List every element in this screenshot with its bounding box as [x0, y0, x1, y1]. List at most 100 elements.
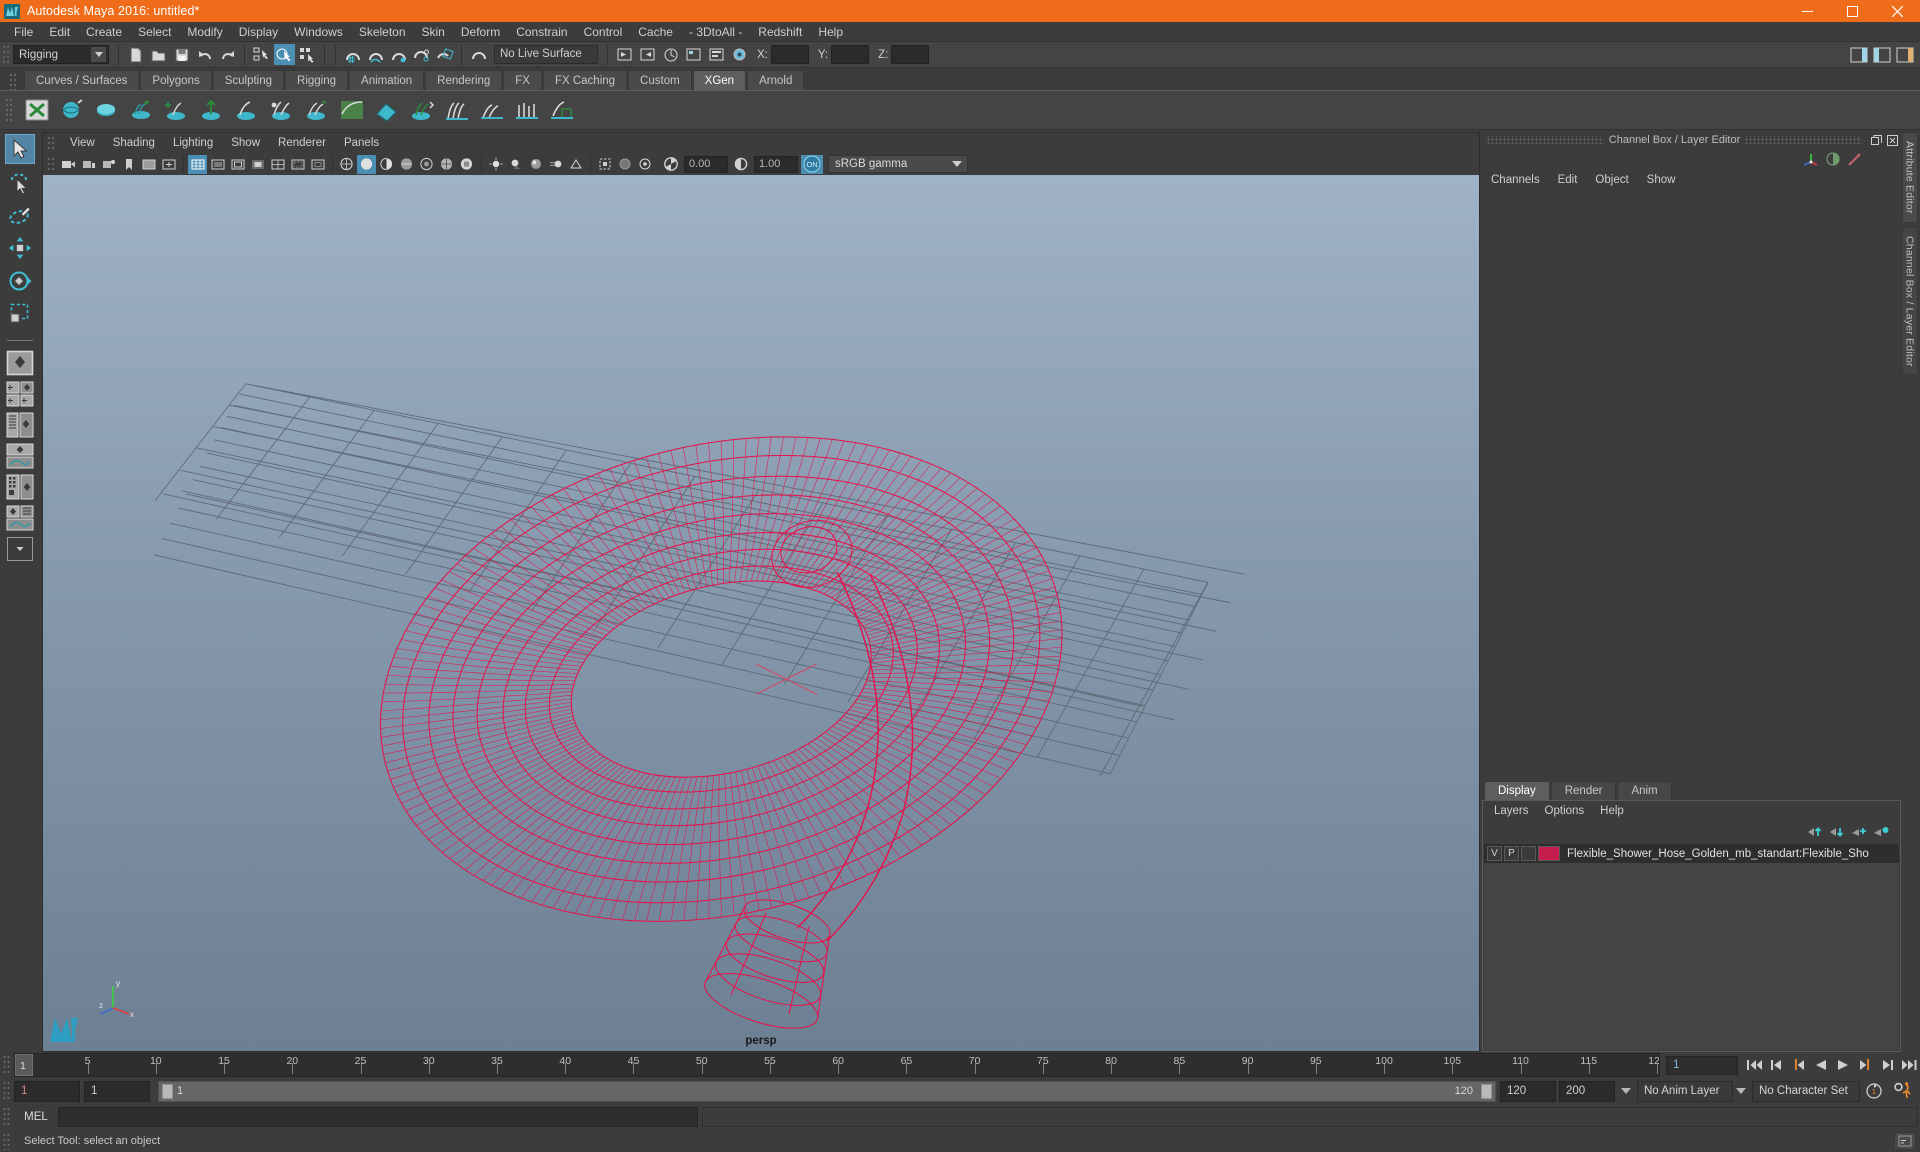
shelf-tab-polygons[interactable]: Polygons	[140, 70, 212, 90]
xray-joints-icon[interactable]	[635, 155, 654, 174]
layer-tab-anim[interactable]: Anim	[1617, 781, 1672, 800]
shelf-grip[interactable]	[8, 72, 18, 90]
channel-box-menu-show[interactable]: Show	[1638, 171, 1685, 189]
time-slider-cursor[interactable]: 1	[15, 1054, 33, 1076]
select-by-component-icon[interactable]	[297, 44, 318, 65]
scale-tool[interactable]	[5, 299, 35, 329]
xgen-convert-icon[interactable]	[405, 93, 439, 127]
anim-end-field[interactable]: 200	[1559, 1080, 1615, 1102]
field-chart-icon[interactable]	[268, 155, 287, 174]
gamma-field[interactable]: 1.00	[754, 155, 798, 173]
layer-visibility-toggle[interactable]: V	[1487, 846, 1502, 861]
layer-name[interactable]: Flexible_Shower_Hose_Golden_mb_standart:…	[1567, 848, 1869, 860]
shaded-wireframe-icon[interactable]	[437, 155, 456, 174]
image-plane-icon[interactable]	[139, 155, 158, 174]
ipr-render-icon[interactable]	[683, 44, 704, 65]
multisample-aa-icon[interactable]	[566, 155, 585, 174]
exposure-icon[interactable]	[661, 155, 680, 174]
anim-layer-select[interactable]: No Anim Layer	[1637, 1080, 1733, 1102]
more-layouts[interactable]	[5, 535, 35, 563]
animation-preferences-icon[interactable]	[1890, 1080, 1916, 1102]
range-end-handle[interactable]	[1481, 1083, 1492, 1099]
menu-3dtoall[interactable]: - 3DtoAll -	[681, 22, 750, 42]
y-coord-field[interactable]	[831, 45, 870, 64]
time-slider-track[interactable]: 1 5 10 15 20 25 30 35 40 45 50 55 60 65 70 75 80 85 90 95 1…	[14, 1053, 1660, 1077]
xgen-curve-icon[interactable]	[230, 93, 264, 127]
step-forward-key-icon[interactable]	[1854, 1054, 1876, 1076]
sidebar-tool-settings-icon[interactable]	[1871, 44, 1892, 65]
viewport-toolbar-grip[interactable]	[47, 156, 55, 172]
flat-shade-icon[interactable]	[397, 155, 416, 174]
step-forward-frame-icon[interactable]	[1876, 1054, 1898, 1076]
menu-display[interactable]: Display	[231, 22, 286, 42]
open-outliner-icon[interactable]	[614, 44, 635, 65]
four-view-layout[interactable]	[5, 380, 35, 408]
layer-playback-toggle[interactable]: P	[1504, 846, 1519, 861]
persp-graph-outliner-layout[interactable]	[5, 504, 35, 532]
shelf-tab-rigging[interactable]: Rigging	[285, 70, 349, 90]
color-management-toggle[interactable]: ON	[801, 154, 823, 174]
xgen-disk-icon[interactable]	[90, 93, 124, 127]
time-slider-grip[interactable]	[2, 1054, 11, 1076]
menu-skeleton[interactable]: Skeleton	[351, 22, 414, 42]
menu-windows[interactable]: Windows	[286, 22, 351, 42]
live-surface-field[interactable]: No Live Surface	[494, 45, 598, 64]
play-forwards-icon[interactable]	[1832, 1054, 1854, 1076]
render-globals-icon[interactable]	[729, 44, 750, 65]
character-set-dropdown-icon[interactable]	[1733, 1081, 1749, 1101]
viewport-menu-renderer[interactable]: Renderer	[269, 134, 335, 152]
layer-color-swatch[interactable]	[1538, 846, 1560, 861]
command-line-grip[interactable]	[2, 1106, 11, 1128]
hypershade-persp-layout[interactable]	[5, 473, 35, 501]
undo-icon[interactable]	[194, 44, 215, 65]
current-frame-field[interactable]: 1	[1666, 1055, 1738, 1075]
shadows-icon[interactable]	[506, 155, 525, 174]
new-layer-icon[interactable]	[1848, 823, 1870, 841]
menu-cache[interactable]: Cache	[630, 22, 681, 42]
open-graph-editor-icon[interactable]	[637, 44, 658, 65]
save-scene-icon[interactable]	[171, 44, 192, 65]
shelf-tab-arnold[interactable]: Arnold	[747, 70, 805, 90]
step-back-key-icon[interactable]	[1788, 1054, 1810, 1076]
snap-to-grid-icon[interactable]	[342, 44, 363, 65]
command-input[interactable]	[58, 1107, 698, 1127]
layer-menu-options[interactable]: Options	[1537, 802, 1593, 820]
view-transform-select[interactable]: sRGB gamma	[828, 155, 968, 173]
maximize-panel-icon[interactable]	[1869, 133, 1883, 147]
viewport-menu-show[interactable]: Show	[222, 134, 269, 152]
channel-box-anim-icon[interactable]	[1845, 150, 1865, 168]
smooth-shade-selected-icon[interactable]	[377, 155, 396, 174]
character-set-select[interactable]: No Character Set	[1752, 1080, 1860, 1102]
smooth-shade-all-icon[interactable]	[357, 154, 376, 174]
isolate-select-icon[interactable]	[595, 155, 614, 174]
move-layer-up-icon[interactable]	[1804, 823, 1826, 841]
safe-title-icon[interactable]	[308, 155, 327, 174]
anim-start-field[interactable]: 1	[14, 1080, 80, 1102]
anim-layer-dropdown-icon[interactable]	[1618, 1081, 1634, 1101]
minimize-icon[interactable]	[1785, 0, 1830, 22]
snap-to-point-icon[interactable]	[388, 44, 409, 65]
screen-space-ao-icon[interactable]	[526, 155, 545, 174]
shelf-tab-sculpting[interactable]: Sculpting	[212, 70, 285, 90]
shelf-tab-animation[interactable]: Animation	[349, 70, 425, 90]
layer-list-item[interactable]: V P Flexible_Shower_Hose_Golden_mb_stand…	[1484, 844, 1899, 863]
viewport-menu-panels[interactable]: Panels	[335, 134, 388, 152]
rotate-tool[interactable]	[5, 266, 35, 296]
channel-box-menu-channels[interactable]: Channels	[1482, 171, 1549, 189]
layer-menu-layers[interactable]: Layers	[1486, 802, 1537, 820]
menu-redshift[interactable]: Redshift	[750, 22, 810, 42]
layer-tab-render[interactable]: Render	[1550, 781, 1617, 800]
lock-camera-icon[interactable]	[79, 155, 98, 174]
menu-file[interactable]: File	[6, 22, 41, 42]
exposure-field[interactable]: 0.00	[684, 155, 728, 173]
vertical-tab-attribute-editor[interactable]: Attribute Editor	[1901, 132, 1918, 223]
gamma-icon[interactable]	[731, 155, 750, 174]
menu-skin[interactable]: Skin	[414, 22, 453, 42]
xgen-sphere-icon[interactable]	[55, 93, 89, 127]
channel-box-menu-object[interactable]: Object	[1586, 171, 1637, 189]
vertical-tab-channel-box[interactable]: Channel Box / Layer Editor	[1901, 226, 1918, 376]
resolution-gate-icon[interactable]	[228, 155, 247, 174]
close-panel-icon[interactable]	[1885, 133, 1899, 147]
xgen-move-guide-icon[interactable]	[195, 93, 229, 127]
z-coord-field[interactable]	[891, 45, 930, 64]
